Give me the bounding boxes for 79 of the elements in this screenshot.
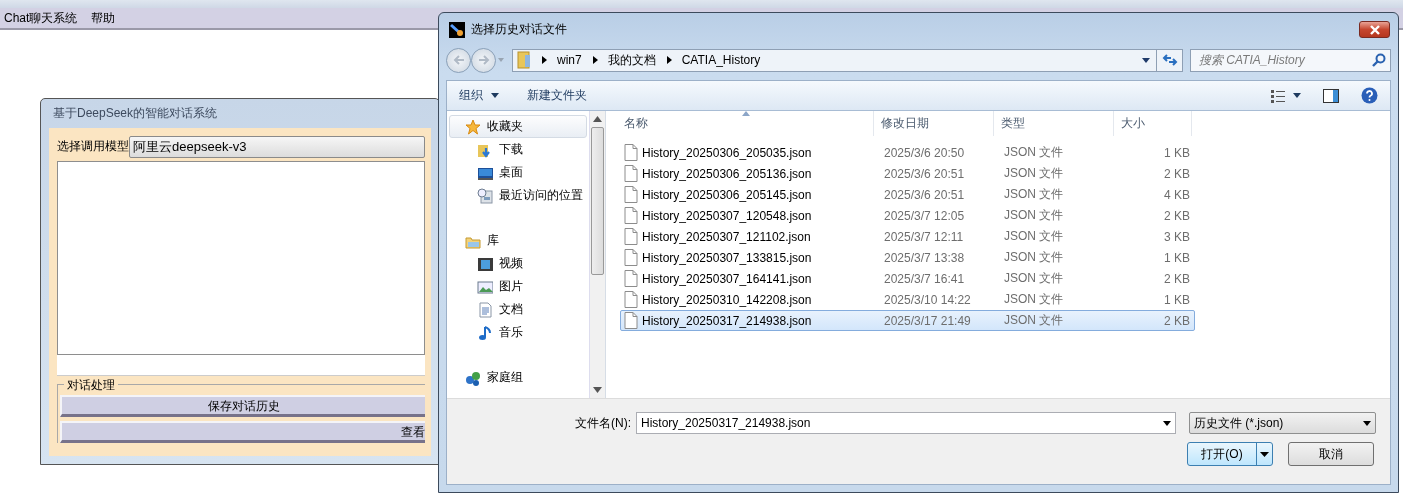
cancel-button[interactable]: 取消 bbox=[1288, 442, 1374, 466]
modified-date: 2025/3/17 21:49 bbox=[883, 313, 972, 328]
breadcrumb-item[interactable]: CATIA_History bbox=[681, 53, 761, 67]
save-history-button[interactable]: 保存对话历史 bbox=[60, 395, 425, 417]
file-name: History_20250317_214938.json bbox=[642, 313, 812, 328]
file-type: JSON 文件 bbox=[1003, 312, 1065, 329]
nav-item[interactable]: 最近访问的位置 bbox=[447, 184, 589, 207]
file-row[interactable]: History_20250307_120548.json 2025/3/7 12:05 JSON 文件 2 KB bbox=[620, 205, 1195, 226]
modified-date: 2025/3/7 13:38 bbox=[883, 250, 966, 265]
file-name: History_20250306_205035.json bbox=[642, 145, 812, 160]
file-row[interactable]: History_20250306_205035.json 2025/3/6 20:50 JSON 文件 1 KB bbox=[620, 142, 1195, 163]
modified-date: 2025/3/7 12:05 bbox=[883, 208, 966, 223]
file-size: 1 KB bbox=[1163, 250, 1191, 265]
nav-item[interactable]: 视频 bbox=[447, 252, 589, 275]
file-size: 1 KB bbox=[1163, 292, 1191, 307]
file-type: JSON 文件 bbox=[1003, 144, 1065, 161]
column-header[interactable]: 类型 bbox=[994, 111, 1114, 136]
file-row[interactable]: History_20250307_133815.json 2025/3/7 13:38 JSON 文件 1 KB bbox=[620, 247, 1195, 268]
breadcrumb-item[interactable]: win7 bbox=[557, 53, 582, 67]
modified-date: 2025/3/6 20:50 bbox=[883, 145, 966, 160]
file-type: JSON 文件 bbox=[1003, 291, 1065, 308]
file-row[interactable]: History_20250307_164141.json 2025/3/7 16:41 JSON 文件 2 KB bbox=[620, 268, 1195, 289]
filename-field[interactable]: History_20250317_214938.json bbox=[636, 412, 1176, 434]
modified-date: 2025/3/7 12:11 bbox=[883, 229, 965, 244]
breadcrumb-item[interactable]: 我的文档 bbox=[607, 51, 656, 69]
file-size: 1 KB bbox=[1163, 145, 1191, 160]
new-folder-button[interactable]: 新建文件夹 bbox=[527, 87, 587, 104]
nav-group-item[interactable]: 库 bbox=[447, 229, 589, 252]
file-size: 3 KB bbox=[1163, 229, 1191, 244]
file-type: JSON 文件 bbox=[1003, 186, 1065, 203]
file-type: JSON 文件 bbox=[1003, 165, 1065, 182]
modified-date: 2025/3/7 16:41 bbox=[883, 271, 966, 286]
group-title: 对话处理 bbox=[64, 377, 118, 394]
column-header[interactable]: 大小 bbox=[1114, 111, 1192, 136]
file-name: History_20250307_121102.json bbox=[642, 229, 811, 244]
file-row[interactable]: History_20250317_214938.json 2025/3/17 21:49 JSON 文件 2 KB bbox=[620, 310, 1195, 331]
file-name: History_20250307_133815.json bbox=[642, 250, 812, 265]
modified-date: 2025/3/10 14:22 bbox=[883, 292, 972, 307]
file-name: History_20250307_164141.json bbox=[642, 271, 812, 286]
dialog-title: 选择历史对话文件 bbox=[471, 21, 568, 38]
file-size: 2 KB bbox=[1163, 208, 1191, 223]
nav-item[interactable]: 音乐 bbox=[447, 321, 589, 344]
file-row[interactable]: History_20250306_205145.json 2025/3/6 20:51 JSON 文件 4 KB bbox=[620, 184, 1195, 205]
file-row[interactable]: History_20250306_205136.json 2025/3/6 20:51 JSON 文件 2 KB bbox=[620, 163, 1195, 184]
file-size: 2 KB bbox=[1163, 166, 1191, 181]
file-type: JSON 文件 bbox=[1003, 270, 1065, 287]
address-bar[interactable]: win7 我的文档 CATIA_History bbox=[512, 48, 1157, 72]
file-size: 4 KB bbox=[1163, 187, 1191, 202]
file-type: JSON 文件 bbox=[1003, 207, 1065, 224]
modified-date: 2025/3/6 20:51 bbox=[883, 187, 966, 202]
file-name: History_20250307_120548.json bbox=[642, 208, 812, 223]
column-header[interactable]: 名称 bbox=[617, 111, 874, 136]
file-row[interactable]: History_20250307_121102.json 2025/3/7 12:11 JSON 文件 3 KB bbox=[620, 226, 1195, 247]
nav-item[interactable]: 下载 bbox=[447, 138, 589, 161]
file-name: History_20250306_205145.json bbox=[642, 187, 812, 202]
filename-label: 文件名(N): bbox=[574, 414, 632, 432]
file-size: 2 KB bbox=[1163, 271, 1191, 286]
nav-item[interactable]: 桌面 bbox=[447, 161, 589, 184]
search-field[interactable]: 搜索 CATIA_History bbox=[1190, 48, 1391, 72]
column-header[interactable]: 修改日期 bbox=[874, 111, 994, 136]
file-type-dropdown[interactable]: 历史文件 (*.json) bbox=[1189, 412, 1376, 434]
view-button[interactable]: 查看 bbox=[60, 421, 425, 443]
menu-item[interactable]: 帮助 bbox=[91, 9, 116, 27]
menu-item[interactable]: Chat聊天系统 bbox=[4, 9, 78, 27]
file-row[interactable]: History_20250310_142208.json 2025/3/10 14:22 JSON 文件 1 KB bbox=[620, 289, 1195, 310]
modified-date: 2025/3/6 20:51 bbox=[883, 166, 966, 181]
file-name: History_20250306_205136.json bbox=[642, 166, 812, 181]
file-size: 2 KB bbox=[1163, 313, 1191, 328]
organize-button[interactable]: 组织 bbox=[459, 87, 499, 104]
nav-group-item[interactable]: 家庭组 bbox=[447, 366, 589, 389]
nav-group-item[interactable]: 收藏夹 bbox=[449, 115, 587, 138]
file-type: JSON 文件 bbox=[1003, 249, 1065, 266]
model-label: 选择调用模型 bbox=[57, 138, 129, 155]
file-name: History_20250310_142208.json bbox=[642, 292, 812, 307]
nav-item[interactable]: 图片 bbox=[447, 275, 589, 298]
model-dropdown[interactable]: 阿里云deepseek-v3 bbox=[129, 136, 425, 158]
file-type: JSON 文件 bbox=[1003, 228, 1065, 245]
nav-item[interactable]: 文档 bbox=[447, 298, 589, 321]
window-title: 基于DeepSeek的智能对话系统 bbox=[53, 105, 218, 122]
